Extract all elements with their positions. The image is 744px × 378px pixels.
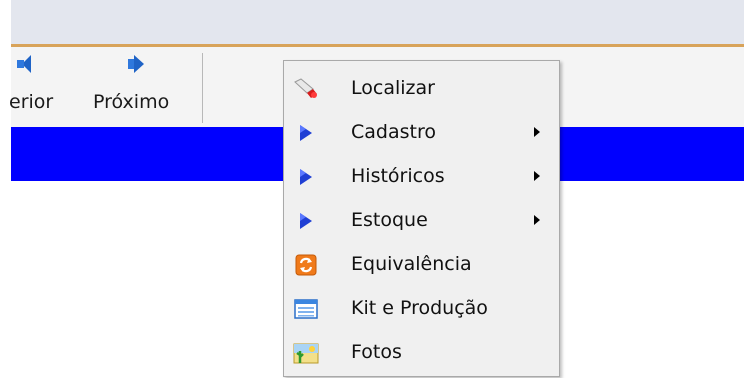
menu-item-kit-producao[interactable]: Kit e Produção: [285, 287, 558, 331]
list-window-icon: [293, 297, 319, 321]
arrow-right-icon: [128, 55, 144, 73]
submenu-arrow-icon: [534, 171, 540, 181]
menu-item-equivalencia[interactable]: Equivalência: [285, 243, 558, 287]
menu-item-label: Kit e Produção: [351, 297, 488, 319]
context-menu: Localizar Cadastro Históricos Estoque Eq…: [283, 60, 560, 377]
menu-item-label: Fotos: [351, 341, 402, 363]
app-window: erior Próximo Localizar Cadastro Históri…: [0, 0, 744, 378]
next-label: Próximo: [93, 91, 170, 113]
photo-icon: [293, 341, 319, 365]
menu-item-localizar[interactable]: Localizar: [285, 67, 558, 111]
menu-item-label: Cadastro: [351, 121, 436, 143]
flashlight-icon: [293, 77, 319, 101]
menu-item-label: Localizar: [351, 77, 435, 99]
play-arrow-icon: [293, 209, 319, 233]
title-bar: [11, 0, 744, 44]
menu-item-label: Estoque: [351, 209, 428, 231]
menu-item-fotos[interactable]: Fotos: [285, 331, 558, 375]
refresh-icon: [293, 253, 319, 277]
play-arrow-icon: [293, 165, 319, 189]
menu-item-historicos[interactable]: Históricos: [285, 155, 558, 199]
menu-item-cadastro[interactable]: Cadastro: [285, 111, 558, 155]
menu-item-label: Equivalência: [351, 253, 472, 275]
submenu-arrow-icon: [534, 215, 540, 225]
toolbar-separator: [202, 53, 203, 123]
previous-label: erior: [9, 91, 54, 113]
menu-item-estoque[interactable]: Estoque: [285, 199, 558, 243]
previous-button[interactable]: erior: [0, 47, 80, 125]
next-button[interactable]: Próximo: [85, 47, 191, 125]
arrow-left-icon: [17, 55, 31, 73]
menu-item-label: Históricos: [351, 165, 445, 187]
submenu-arrow-icon: [534, 127, 540, 137]
play-arrow-icon: [293, 121, 319, 145]
